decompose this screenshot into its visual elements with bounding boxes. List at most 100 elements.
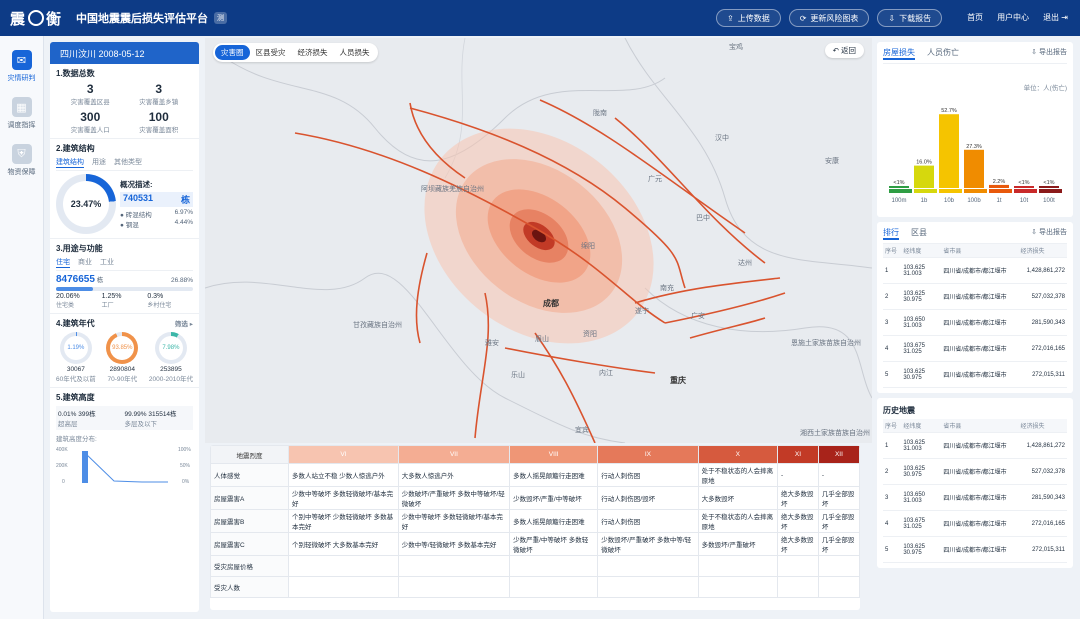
table-row[interactable]: 4 103.675 31.025 四川省/成都市/都江堰市 272,016,165	[883, 510, 1067, 537]
table-row[interactable]: 1 103.625 31.003 四川省/成都市/都江堰市 1,428,861,272	[883, 432, 1067, 459]
download-report-button[interactable]: ⇩ 下载报告	[877, 9, 943, 27]
cell-coord: 103.675 31.025	[901, 335, 942, 362]
histogram-data-label: 52.7%	[941, 108, 957, 114]
cell-no: 2	[883, 283, 902, 310]
tab-casualties[interactable]: 人员伤亡	[927, 47, 959, 60]
nav-item-supplies[interactable]: ⛨ 物资保障	[0, 144, 43, 177]
refresh-icon: ⟳	[799, 13, 807, 23]
map-label[interactable]: 遂宁	[635, 306, 649, 316]
logout-link[interactable]: 退出 ⇥	[1043, 12, 1068, 23]
map-label[interactable]: 重庆	[670, 375, 686, 386]
table-row[interactable]: 2 103.625 30.975 四川省/成都市/都江堰市 527,032,378	[883, 458, 1067, 485]
tab-county-damage[interactable]: 区县受灾	[250, 45, 292, 60]
usage-progress	[56, 287, 193, 291]
histogram-bar[interactable]	[964, 149, 984, 188]
map-layer-tabs: 灾害圈 区县受灾 经济损失 人员损失	[213, 43, 378, 62]
tab-commercial[interactable]: 商业	[78, 257, 92, 268]
map-label[interactable]: 陇南	[593, 108, 607, 118]
upload-data-button[interactable]: ⇪ 上传数据	[716, 9, 781, 27]
tab-economic-loss[interactable]: 经济损失	[292, 45, 334, 60]
event-title[interactable]: 四川汶川 2008-05-12	[50, 42, 199, 64]
map-label[interactable]: 安康	[825, 156, 839, 166]
map-label[interactable]: 雅安	[485, 338, 499, 348]
intensity-cell: 几乎全部毁坏	[817, 486, 860, 510]
update-risk-button[interactable]: ⟳ 更新风险图表	[788, 9, 870, 27]
map-label[interactable]: 眉山	[535, 334, 549, 344]
map-label[interactable]: 内江	[599, 368, 613, 378]
map-label[interactable]: 宝鸡	[729, 42, 743, 52]
histogram-color-strip	[914, 189, 937, 193]
export-report-link[interactable]: ⇩ 导出报告	[1031, 47, 1067, 57]
tab-usage[interactable]: 用途	[92, 157, 106, 168]
export-icon: ⇩	[1031, 229, 1038, 236]
filter-button[interactable]: 筛选 ▸	[175, 318, 193, 329]
intensity-cell: 少数中等破坏 多数轻微破坏/基本完好	[288, 486, 399, 510]
column-header: 省市县	[941, 419, 1019, 433]
histogram-bar[interactable]	[989, 184, 1009, 188]
tab-other-type[interactable]: 其他类型	[114, 157, 142, 168]
age-section: 4.建筑年代 筛选 ▸ 1.19% 30067 60年代及以前 93.85% 28908…	[50, 314, 199, 388]
histogram-bar[interactable]	[939, 114, 959, 188]
table-row[interactable]: 3 103.650 31.003 四川省/成都市/都江堰市 281,590,343	[883, 309, 1067, 336]
map-label[interactable]: 乐山	[511, 370, 525, 380]
map-label[interactable]: 绵阳	[581, 241, 595, 251]
nav-item-dispatch[interactable]: ▦ 调度指挥	[0, 97, 43, 130]
disaster-map[interactable]: 阿坝藏族羌族自治州甘孜藏族自治州 成都 绵阳 广元巴中达州南充遂宁广安重庆 眉山 资阳雅安…	[205, 38, 872, 443]
tab-residential[interactable]: 住宅	[56, 257, 70, 268]
table-row[interactable]: 5 103.625 30.975 四川省/成都市/都江堰市 272,015,311	[883, 536, 1067, 563]
tab-structure[interactable]: 建筑结构	[56, 157, 84, 168]
nav-item-disaster-analysis[interactable]: ✉ 灾情研判	[0, 50, 43, 83]
table-row[interactable]: 5 103.625 30.975 四川省/成都市/都江堰市 272,015,311	[883, 361, 1067, 388]
map-label[interactable]: 宜宾	[575, 425, 589, 435]
column-header: 经济损失	[1018, 244, 1067, 258]
home-link[interactable]: 首页	[967, 12, 983, 23]
intensity-row: 受灾房屋价格	[210, 555, 860, 577]
table-row[interactable]: 4 103.675 31.025 四川省/成都市/都江堰市 272,016,165	[883, 335, 1067, 362]
usage-count: 8476655	[56, 274, 95, 285]
fault-line	[664, 292, 786, 324]
table-row[interactable]: 1 103.625 31.003 四川省/成都市/都江堰市 1,428,861,272	[883, 257, 1067, 284]
map-label[interactable]: 广元	[648, 174, 662, 184]
map-label[interactable]: 巴中	[696, 213, 710, 223]
intensity-cell: 多数毁坏/严重破坏	[697, 532, 779, 556]
cell-place: 四川省/成都市/都江堰市	[941, 283, 1019, 310]
export-icon: ⇩	[1031, 49, 1038, 56]
tab-building-loss[interactable]: 房屋损失	[883, 47, 915, 60]
table-row[interactable]: 3 103.650 31.003 四川省/成都市/都江堰市 281,590,343	[883, 484, 1067, 511]
tab-intensity-ring[interactable]: 灾害圈	[215, 45, 250, 60]
map-label[interactable]: 甘孜藏族自治州	[353, 320, 402, 330]
map-label[interactable]: 湘西土家族苗族自治州	[800, 428, 870, 438]
intensity-row: 房屋震害A 少数中等破坏 多数轻微破坏/基本完好 少数破坏/严重破坏 多数中等破坏/…	[210, 486, 860, 510]
histogram-bar[interactable]	[889, 186, 909, 188]
tab-industrial[interactable]: 工业	[100, 257, 114, 268]
intensity-cell	[509, 555, 599, 577]
histogram-bar[interactable]	[1039, 186, 1059, 188]
map-label[interactable]: 广安	[691, 311, 705, 321]
tab-ranking[interactable]: 排行	[883, 227, 899, 240]
map-label[interactable]: 资阳	[583, 329, 597, 339]
user-center-link[interactable]: 用户中心	[997, 12, 1029, 23]
map-back-button[interactable]: ↶ 返回	[824, 43, 864, 58]
map-label[interactable]: 恩施土家族苗族自治州	[791, 338, 861, 348]
table-row[interactable]: 2 103.625 30.975 四川省/成都市/都江堰市 527,032,378	[883, 283, 1067, 310]
map-label[interactable]: 汉中	[715, 133, 729, 143]
cell-place: 四川省/成都市/都江堰市	[941, 361, 1019, 388]
histogram-bar[interactable]	[914, 165, 934, 188]
intensity-row-label: 人体感觉	[210, 463, 289, 487]
map-label[interactable]: 成都	[543, 298, 559, 309]
cell-coord: 103.625 31.003	[901, 432, 942, 459]
damage-histogram: <1% 100m 16.0% 1b 52.7% 10b 27.3% 100b 2.2% 1t <1%…	[883, 92, 1067, 212]
export-report-link[interactable]: ⇩ 导出报告	[1031, 227, 1067, 237]
intensity-cell: 少数中等/轻微破坏 多数基本完好	[397, 532, 511, 556]
tab-county[interactable]: 区县	[911, 227, 927, 240]
app-logo[interactable]: 震 衡	[10, 8, 62, 29]
map-label[interactable]: 达州	[738, 258, 752, 268]
y-tick: 0	[62, 479, 65, 485]
histogram-bar[interactable]	[1014, 186, 1034, 188]
border-line	[624, 38, 872, 269]
map-label[interactable]: 阿坝藏族羌族自治州	[421, 184, 484, 194]
map-label[interactable]: 南充	[660, 283, 674, 293]
tab-casualty[interactable]: 人员损失	[334, 45, 376, 60]
cell-loss: 272,015,311	[1018, 361, 1067, 388]
histogram-color-strip	[889, 189, 912, 193]
